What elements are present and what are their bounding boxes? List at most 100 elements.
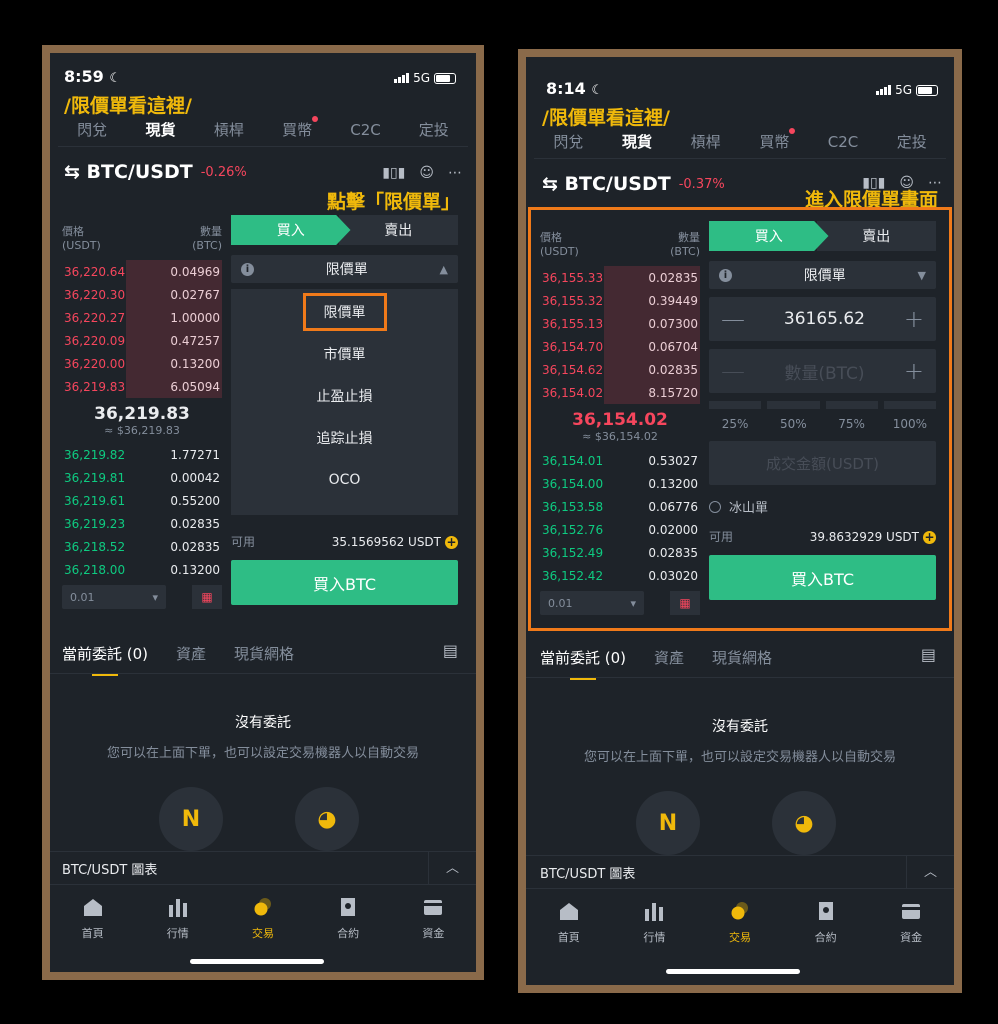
orders-history-icon[interactable]: ▤	[921, 645, 936, 664]
bid-row[interactable]: 36,154.00 0.13200	[540, 472, 700, 495]
buy-tab[interactable]: 買入	[231, 215, 351, 245]
order-type-select[interactable]: i 限價單 ▲	[231, 255, 458, 283]
tab-margin[interactable]: 槓桿	[195, 119, 263, 140]
tab-open-orders[interactable]: 當前委託 (0)	[540, 647, 626, 680]
tab-c2c[interactable]: C2C	[331, 121, 399, 139]
nav-markets[interactable]: 行情	[148, 897, 208, 941]
portfolio-button[interactable]: ◕	[295, 787, 359, 851]
buy-tab[interactable]: 買入	[709, 221, 829, 251]
tab-open-orders[interactable]: 當前委託 (0)	[62, 643, 148, 676]
bid-row[interactable]: 36,219.81 0.00042	[62, 466, 222, 489]
buy-btc-button[interactable]: 買入BTC	[709, 555, 936, 600]
bid-row[interactable]: 36,154.01 0.53027	[540, 449, 700, 472]
ask-row[interactable]: 36,219.83 6.05094	[62, 375, 222, 398]
nav-wallet[interactable]: 資金	[403, 897, 463, 941]
chart-toggle-bar[interactable]: BTC/USDT 圖表 ︿	[50, 851, 476, 885]
depth-select[interactable]: 0.01 ▾	[540, 591, 644, 615]
plus-icon[interactable]: +	[904, 357, 924, 385]
layout-toggle-icon[interactable]: ▦	[670, 591, 700, 615]
portfolio-button[interactable]: ◕	[772, 791, 836, 855]
sell-tab[interactable]: 賣出	[816, 221, 936, 251]
ask-row[interactable]: 36,155.13 0.07300	[540, 312, 700, 335]
bid-row[interactable]: 36,152.42 0.03020	[540, 564, 700, 587]
nav-home[interactable]: 首頁	[539, 901, 599, 945]
orders-history-icon[interactable]: ▤	[443, 641, 458, 660]
quantity-input[interactable]: 數量(BTC)	[784, 359, 864, 384]
bid-row[interactable]: 36,218.52 0.02835	[62, 535, 222, 558]
info-icon[interactable]: i	[719, 268, 732, 282]
option-limit[interactable]: 限價單	[231, 291, 458, 333]
ask-row[interactable]: 36,155.33 0.02835	[540, 266, 700, 289]
ask-row[interactable]: 36,220.09 0.47257	[62, 329, 222, 352]
bot-icon[interactable]: ☺	[419, 165, 434, 181]
candlestick-icon[interactable]: ▮▯▮	[382, 165, 405, 181]
nav-futures[interactable]: 合約	[796, 901, 856, 945]
buy-btc-button[interactable]: 買入BTC	[231, 560, 458, 605]
percent-75[interactable]: 75%	[825, 401, 878, 431]
tab-auto-invest[interactable]: 定投	[877, 131, 946, 152]
tab-spot[interactable]: 現貨	[603, 131, 672, 152]
tab-swap[interactable]: 閃兌	[534, 131, 603, 152]
percent-25[interactable]: 25%	[709, 401, 762, 431]
sell-tab[interactable]: 賣出	[338, 215, 458, 245]
chevron-up-icon[interactable]: ︿	[428, 852, 476, 884]
info-icon[interactable]: i	[241, 262, 254, 276]
bid-row[interactable]: 36,153.58 0.06776	[540, 495, 700, 518]
tab-buy-crypto[interactable]: 買幣	[263, 116, 331, 140]
tab-assets[interactable]: 資產	[654, 647, 684, 668]
bid-row[interactable]: 36,218.00 0.13200	[62, 558, 222, 581]
trading-bot-button[interactable]: N	[159, 787, 223, 851]
option-oco[interactable]: OCO	[231, 459, 458, 501]
nav-home[interactable]: 首頁	[63, 897, 123, 941]
tab-assets[interactable]: 資產	[176, 643, 206, 664]
ask-row[interactable]: 36,220.30 0.02767	[62, 283, 222, 306]
ask-row[interactable]: 36,220.64 0.04969	[62, 260, 222, 283]
ask-row[interactable]: 36,154.70 0.06704	[540, 335, 700, 358]
tab-margin[interactable]: 槓桿	[671, 131, 740, 152]
minus-icon[interactable]: —	[721, 357, 745, 385]
add-funds-icon[interactable]: +	[923, 530, 936, 544]
total-input[interactable]: 成交金額(USDT)	[709, 441, 936, 485]
depth-select[interactable]: 0.01 ▾	[62, 585, 166, 609]
more-icon[interactable]: ⋯	[448, 165, 462, 181]
nav-trade[interactable]: 交易	[710, 901, 770, 945]
ask-row[interactable]: 36,154.02 8.15720	[540, 381, 700, 404]
bid-row[interactable]: 36,219.82 1.77271	[62, 443, 222, 466]
tab-auto-invest[interactable]: 定投	[400, 119, 468, 140]
bid-row[interactable]: 36,152.49 0.02835	[540, 541, 700, 564]
percent-50[interactable]: 50%	[767, 401, 820, 431]
iceberg-option[interactable]: 冰山單	[709, 497, 936, 516]
bid-row[interactable]: 36,152.76 0.02000	[540, 518, 700, 541]
ask-row[interactable]: 36,154.62 0.02835	[540, 358, 700, 381]
ask-row[interactable]: 36,220.27 1.00000	[62, 306, 222, 329]
bid-row[interactable]: 36,219.23 0.02835	[62, 512, 222, 535]
nav-trade[interactable]: 交易	[233, 897, 293, 941]
bid-row[interactable]: 36,219.61 0.55200	[62, 489, 222, 512]
pair-selector[interactable]: ⇆ BTC/USDT -0.26%	[64, 161, 247, 183]
minus-icon[interactable]: —	[721, 305, 745, 333]
percent-100[interactable]: 100%	[883, 401, 936, 431]
tab-swap[interactable]: 閃兌	[58, 119, 126, 140]
chevron-up-icon[interactable]: ︿	[906, 856, 954, 888]
quantity-stepper[interactable]: — 數量(BTC) +	[709, 349, 936, 393]
tab-buy-crypto[interactable]: 買幣	[740, 128, 809, 152]
chart-toggle-bar[interactable]: BTC/USDT 圖表 ︿	[526, 855, 954, 889]
ask-row[interactable]: 36,220.00 0.13200	[62, 352, 222, 375]
tab-spot[interactable]: 現貨	[126, 119, 194, 140]
layout-toggle-icon[interactable]: ▦	[192, 585, 222, 609]
plus-icon[interactable]: +	[904, 305, 924, 333]
nav-wallet[interactable]: 資金	[881, 901, 941, 945]
tab-spot-grid[interactable]: 現貨網格	[234, 643, 294, 664]
nav-futures[interactable]: 合約	[318, 897, 378, 941]
order-type-select[interactable]: i 限價單 ▼	[709, 261, 936, 289]
ask-row[interactable]: 36,155.32 0.39449	[540, 289, 700, 312]
option-trailing-stop[interactable]: 追踪止損	[231, 417, 458, 459]
price-input[interactable]: 36165.62	[784, 309, 865, 329]
tab-c2c[interactable]: C2C	[809, 133, 878, 151]
price-stepper[interactable]: — 36165.62 +	[709, 297, 936, 341]
option-market[interactable]: 市價單	[231, 333, 458, 375]
pair-selector[interactable]: ⇆ BTC/USDT -0.37%	[542, 173, 725, 195]
nav-markets[interactable]: 行情	[624, 901, 684, 945]
add-funds-icon[interactable]: +	[445, 535, 458, 549]
trading-bot-button[interactable]: N	[636, 791, 700, 855]
